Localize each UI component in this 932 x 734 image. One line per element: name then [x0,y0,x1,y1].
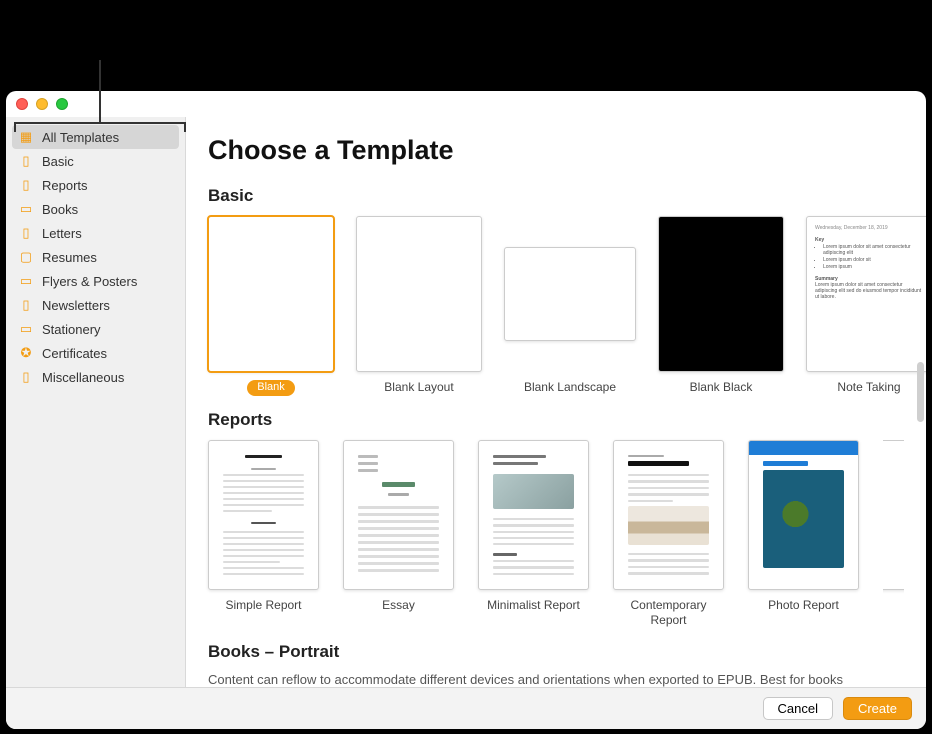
ribbon-icon: ✪ [18,345,34,361]
sidebar-item-letters[interactable]: ▯ Letters [6,221,185,245]
sidebar-item-label: Miscellaneous [42,370,124,385]
sidebar-item-label: Reports [42,178,88,193]
page-icon: ▯ [18,297,34,313]
template-minimalist-report[interactable]: Minimalist Report [478,440,589,628]
cancel-button[interactable]: Cancel [763,697,833,720]
thumb-preview [223,455,304,575]
template-name: Minimalist Report [487,598,580,613]
sidebar-item-label: Stationery [42,322,101,337]
thumb-preview [628,455,709,575]
template-essay[interactable]: Essay [343,440,454,628]
page-icon: ▯ [18,153,34,169]
template-thumb [504,247,636,341]
page-icon: ▯ [18,177,34,193]
thumb-image [493,474,574,509]
section-subtitle-books: Content can reflow to accommodate differ… [208,672,904,687]
sidebar-item-certificates[interactable]: ✪ Certificates [6,341,185,365]
thumb-preview [358,455,439,575]
sidebar: ▦ All Templates ▯ Basic ▯ Reports ▭ Book… [6,117,186,729]
callout-bracket [14,122,186,132]
template-thumb [748,440,859,590]
sidebar-item-reports[interactable]: ▯ Reports [6,173,185,197]
sidebar-item-flyers[interactable]: ▭ Flyers & Posters [6,269,185,293]
thumb-image [763,470,844,568]
window-traffic-lights [16,98,68,110]
scrollbar[interactable] [917,362,924,422]
zoom-icon[interactable] [56,98,68,110]
thumb-image [628,506,709,545]
sidebar-item-label: Letters [42,226,82,241]
sidebar-item-label: Books [42,202,78,217]
page-icon: ▯ [18,225,34,241]
template-note-taking[interactable]: Wednesday, December 18, 2019 Key Lorem i… [806,216,926,396]
sidebar-item-resumes[interactable]: ▢ Resumes [6,245,185,269]
template-chooser-window: ▦ All Templates ▯ Basic ▯ Reports ▭ Book… [6,91,926,729]
template-thumb [356,216,482,372]
template-name: Blank Layout [384,380,453,395]
page-title: Choose a Template [208,135,904,166]
thumb-preview: Wednesday, December 18, 2019 Key Lorem i… [815,225,923,363]
thumb-header-bar [749,441,858,455]
template-name: Photo Report [768,598,839,613]
spread-icon: ▭ [18,273,34,289]
template-simple-report[interactable]: Simple Report [208,440,319,628]
sidebar-item-label: Flyers & Posters [42,274,137,289]
sidebar-item-label: Certificates [42,346,107,361]
template-thumb: Wednesday, December 18, 2019 Key Lorem i… [806,216,926,372]
template-name: Blank Landscape [524,380,616,395]
template-name: Note Taking [837,380,900,395]
template-name: Blank [247,380,295,396]
template-thumb [208,440,319,590]
template-thumb [478,440,589,590]
page-icon: ▯ [18,369,34,385]
template-blank-layout[interactable]: Blank Layout [356,216,482,396]
create-button[interactable]: Create [843,697,912,720]
callout-line [99,60,101,122]
close-icon[interactable] [16,98,28,110]
sidebar-item-newsletters[interactable]: ▯ Newsletters [6,293,185,317]
template-thumb [613,440,724,590]
sidebar-item-label: Basic [42,154,74,169]
main-content: Choose a Template Basic Blank Blank Layo… [186,117,926,729]
basic-grid: Blank Blank Layout Blank Landscape Blank… [208,216,904,396]
sidebar-item-miscellaneous[interactable]: ▯ Miscellaneous [6,365,185,389]
template-name: Contemporary Report [613,598,724,628]
template-photo-report[interactable]: Photo Report [748,440,859,628]
template-name: Essay [382,598,415,613]
section-title-reports: Reports [208,410,904,430]
sidebar-item-label: Resumes [42,250,97,265]
section-title-basic: Basic [208,186,904,206]
section-title-books: Books – Portrait [208,642,904,662]
template-thumb [883,440,904,590]
person-icon: ▢ [18,249,34,265]
template-thumb [343,440,454,590]
footer: Cancel Create [6,687,926,729]
template-name: Blank Black [690,380,753,395]
card-icon: ▭ [18,321,34,337]
template-name: Simple Report [225,598,301,613]
reports-grid: Simple Report Essay [208,440,904,628]
template-partial[interactable] [883,440,904,628]
minimize-icon[interactable] [36,98,48,110]
template-blank[interactable]: Blank [208,216,334,396]
sidebar-item-books[interactable]: ▭ Books [6,197,185,221]
book-icon: ▭ [18,201,34,217]
template-blank-black[interactable]: Blank Black [658,216,784,396]
template-contemporary-report[interactable]: Contemporary Report [613,440,724,628]
sidebar-item-basic[interactable]: ▯ Basic [6,149,185,173]
template-thumb [208,216,334,372]
sidebar-item-label: Newsletters [42,298,110,313]
sidebar-item-stationery[interactable]: ▭ Stationery [6,317,185,341]
thumb-preview [493,455,574,575]
template-thumb [658,216,784,372]
template-blank-landscape[interactable]: Blank Landscape [504,216,636,396]
thumb-preview [763,461,844,575]
